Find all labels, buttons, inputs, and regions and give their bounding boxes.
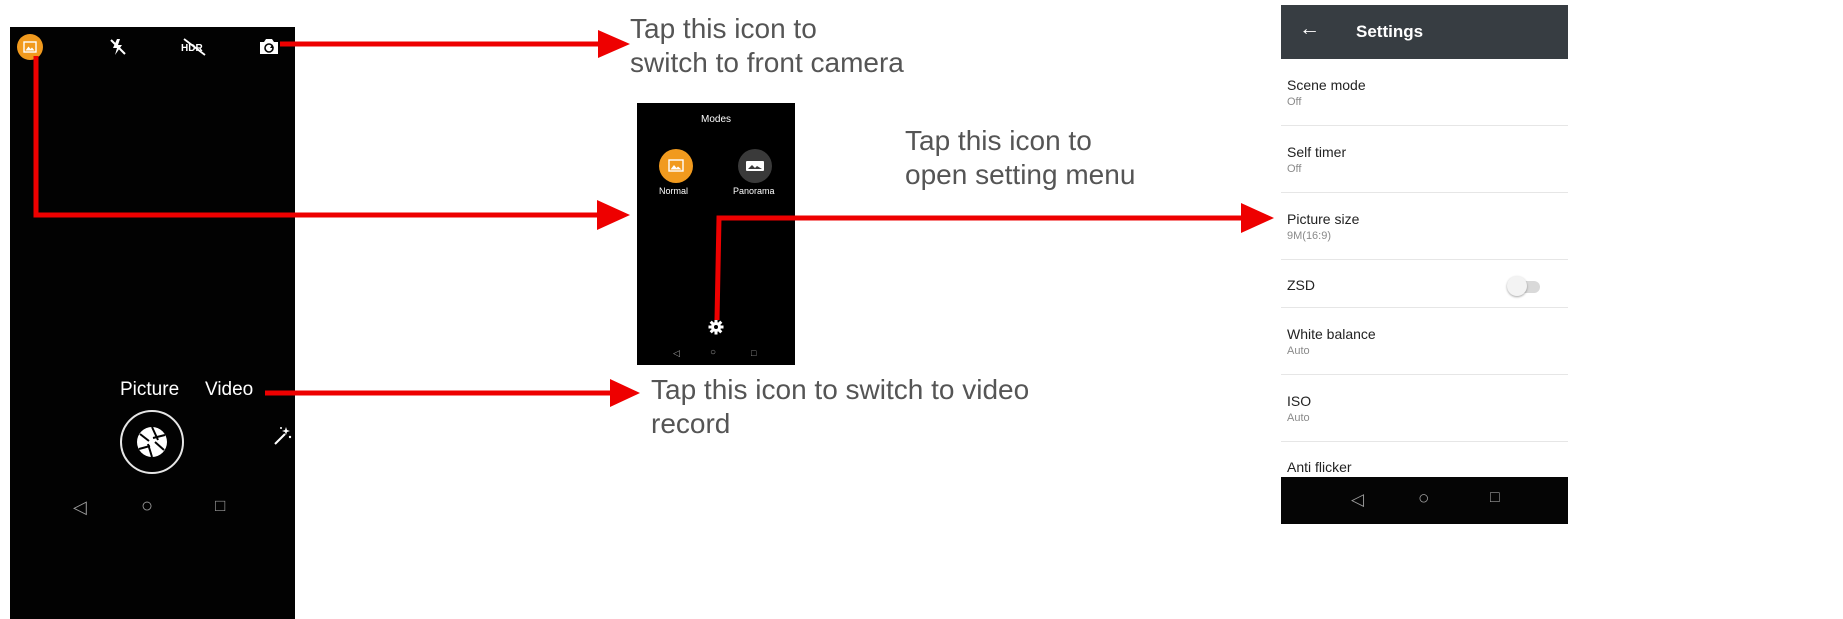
caption-settings-menu: Tap this icon to open setting menu bbox=[905, 124, 1135, 192]
arrowhead-modes bbox=[597, 200, 630, 230]
arrow-settings bbox=[714, 215, 1243, 321]
caption-line: Tap this icon to bbox=[630, 13, 817, 44]
arrowhead-video bbox=[610, 379, 640, 407]
caption-line: switch to front camera bbox=[630, 47, 904, 78]
arrowhead-front-camera bbox=[598, 30, 630, 58]
caption-line: Tap this icon to switch to video bbox=[651, 374, 1030, 405]
caption-line: Tap this icon to bbox=[905, 125, 1092, 156]
caption-front-camera: Tap this icon to switch to front camera bbox=[630, 12, 904, 80]
annotation-arrows bbox=[33, 30, 1274, 407]
arrow-modes bbox=[33, 56, 600, 218]
caption-video-record: Tap this icon to switch to video record bbox=[651, 373, 1029, 441]
caption-line: record bbox=[651, 408, 731, 439]
arrowhead-settings bbox=[1241, 203, 1274, 233]
caption-line: open setting menu bbox=[905, 159, 1136, 190]
